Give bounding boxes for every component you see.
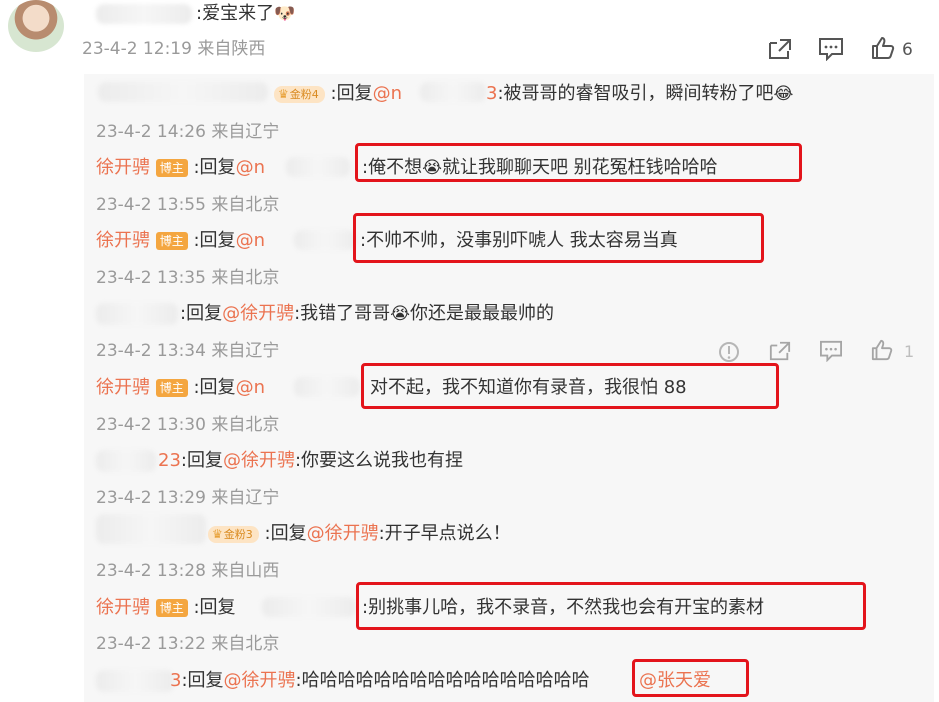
reply-meta: 23-4-2 13:28 来自山西 [96,561,280,581]
crown-icon: ♛ [278,86,289,101]
reply-meta: 23-4-2 13:29 来自辽宁 [96,488,280,508]
reply-3-content: :不帅不帅，没事别吓唬人 我太容易当真 [360,230,678,251]
fan-badge: ♛金粉4 [274,85,325,103]
reply-1-line: ♛金粉4 :回复@n [274,82,402,106]
blurred-username [96,4,192,24]
username-link[interactable]: 徐开骋 [96,377,150,398]
crying-emoji-icon: 😭 [390,304,411,324]
mention-link[interactable]: @张天爱 [639,669,711,693]
blogger-tag: 博主 [155,599,188,617]
laughing-emoji-icon: 😂 [773,84,794,104]
mention-link[interactable]: @徐开骋 [224,670,296,691]
mention-link[interactable]: @徐开骋 [223,450,295,471]
blogger-tag: 博主 [155,159,188,177]
reply-2-content: :俺不想😭就让我聊聊天吧 别花冤枉钱哈哈哈 [362,157,718,178]
reply-6-content: 23:回复@徐开骋:你要这么说我也有捏 [158,450,464,471]
reply-9-content: 3:回复@徐开骋:哈哈哈哈哈哈哈哈哈哈哈哈哈哈哈哈 [170,670,590,691]
blurred-mention [262,597,356,617]
blurred-mention [294,377,360,397]
blurred-username [96,670,174,692]
comment-icon[interactable] [819,340,843,362]
reply-meta: 23-4-2 14:26 来自辽宁 [96,122,280,142]
blurred-username [98,82,268,102]
mention-link[interactable]: @徐开骋 [222,303,294,324]
reply-8-content: :别挑事儿哈，我不录音，不然我也会有开宝的素材 [362,597,765,618]
reply-2-line: 徐开骋 博主 :回复@n [96,157,265,178]
username-link[interactable]: 徐开骋 [96,230,150,251]
crying-emoji-icon: 😭 [422,158,442,178]
reply-meta: 23-4-2 13:55 来自北京 [96,195,280,215]
main-comment-text: :爱宝来了🐶 [196,3,296,24]
share-icon[interactable] [768,340,792,362]
report-icon[interactable] [718,341,740,363]
reply-meta: 23-4-2 13:35 来自北京 [96,268,280,288]
mention-link[interactable]: @n [373,83,402,104]
mention-link[interactable]: @徐开骋 [307,523,379,544]
comment-icon[interactable] [818,37,844,61]
reply-5-line: 徐开骋 博主 :回复@n [96,377,265,398]
mention-link[interactable]: @n [236,230,265,251]
reply-meta: 23-4-2 13:22 来自北京 [96,634,280,654]
blogger-tag: 博主 [155,232,188,250]
reply-7-line: ♛金粉3 :回复@徐开骋:开子早点说么！ [208,522,511,546]
reply-meta: 23-4-2 13:30 来自北京 [96,415,280,435]
mention-link[interactable]: @n [236,157,265,178]
mention-link[interactable]: @n [236,377,265,398]
reply-5-content: 对不起，我不知道你有录音，我很怕 88 [370,377,687,398]
blurred-mention [420,82,486,102]
blurred-mention [294,230,356,250]
reply-3-line: 徐开骋 博主 :回复@n [96,230,265,251]
username-link[interactable]: 徐开骋 [96,597,150,618]
reply-meta: 23-4-2 13:34 来自辽宁 [96,341,280,361]
share-icon[interactable] [767,37,793,61]
reply-1-content: 3:被哥哥的睿智吸引，瞬间转粉了吧😂 [486,83,794,104]
reply-8-line: 徐开骋 博主 :回复 [96,597,236,618]
like-count: 1 [904,342,915,361]
crown-icon: ♛ [212,526,223,541]
blurred-username [96,450,156,472]
fan-badge: ♛金粉3 [208,525,259,543]
blurred-username [96,303,178,325]
blurred-mention [286,157,350,177]
main-comment-meta: 23-4-2 12:19 来自陕西 [82,39,266,59]
thumbs-up-icon[interactable] [871,36,895,60]
username-link[interactable]: 徐开骋 [96,157,150,178]
avatar[interactable] [8,0,64,52]
reply-4-content: :回复@徐开骋:我错了哥哥😭你还是最最最帅的 [180,303,555,324]
like-count: 6 [902,40,913,60]
dog-emoji-icon: 🐶 [274,4,296,24]
thumbs-up-icon[interactable] [871,339,893,361]
blurred-username [96,514,206,544]
blogger-tag: 博主 [155,379,188,397]
